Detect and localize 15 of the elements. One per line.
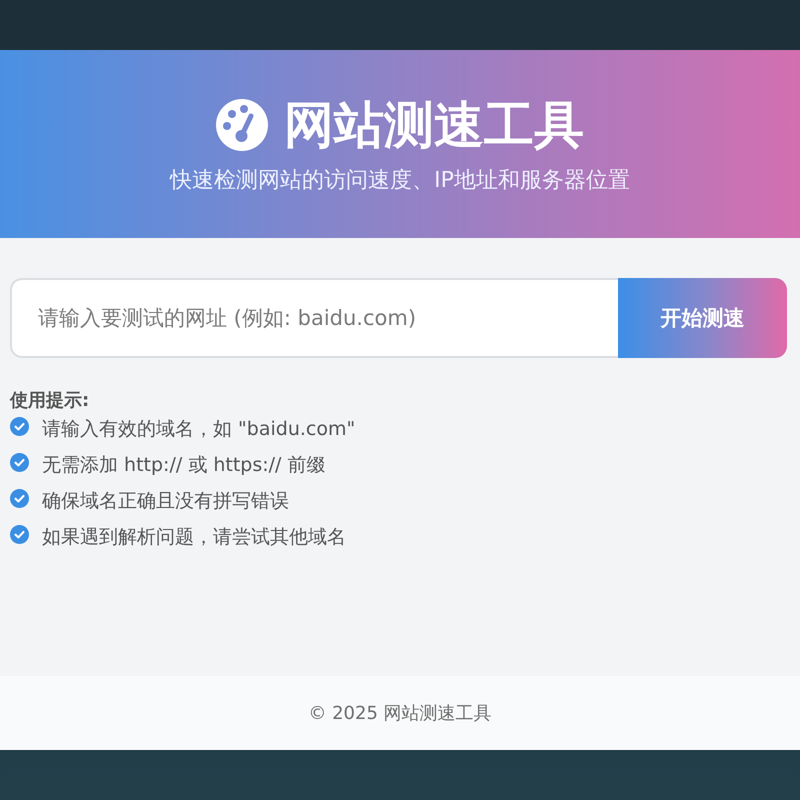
tip-text: 如果遇到解析问题，请尝试其他域名: [42, 525, 346, 550]
check-circle-icon: [10, 452, 29, 472]
check-circle-icon: [10, 488, 29, 508]
url-input[interactable]: 请输入要测试的网址 (例如: baidu.com): [10, 278, 618, 358]
check-circle-icon: [10, 416, 29, 436]
app-subtitle: 快速检测网站的访问速度、IP地址和服务器位置: [170, 167, 630, 195]
tip-text: 无需添加 http:// 或 https:// 前缀: [42, 453, 326, 478]
start-test-button[interactable]: 开始测速: [618, 278, 787, 358]
copyright-text: © 2025 网站测速工具: [308, 702, 492, 725]
tip-text: 请输入有效的域名，如 "baidu.com": [42, 417, 356, 442]
tips-heading: 使用提示:: [10, 390, 90, 412]
tip-text: 确保域名正确且没有拼写错误: [42, 489, 289, 514]
check-circle-icon: [10, 524, 29, 544]
app-title: 网站测速工具: [284, 95, 584, 155]
speedometer-icon: [216, 99, 268, 151]
